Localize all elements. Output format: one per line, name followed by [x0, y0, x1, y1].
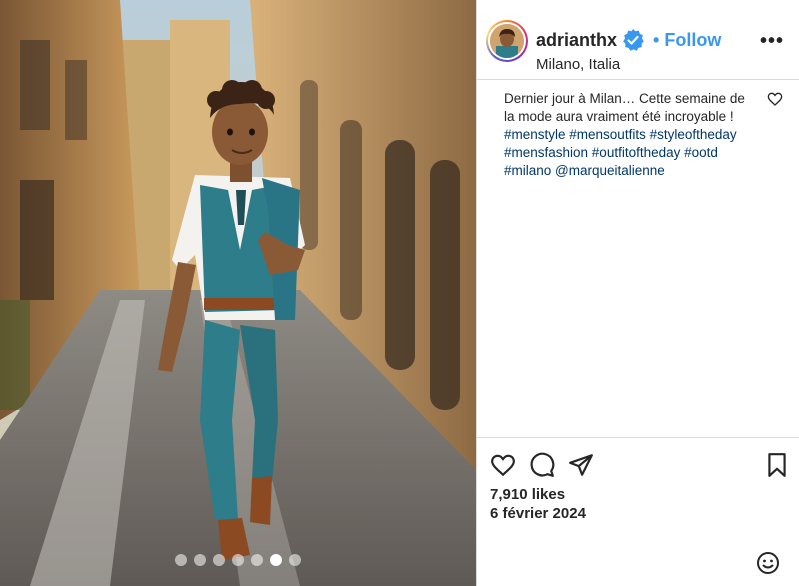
follow-label: Follow: [664, 29, 722, 50]
comment-icon[interactable]: [529, 452, 555, 478]
carousel-dot[interactable]: [194, 554, 206, 566]
post-date: 6 février 2024: [490, 505, 586, 522]
post-sidebar: adrianthx • Follow Milano, Italia ••• De…: [476, 0, 799, 586]
verified-badge-icon: [623, 29, 644, 51]
carousel-dot-active[interactable]: [270, 554, 282, 566]
caption-like-icon[interactable]: [767, 91, 783, 107]
caption-hashtags[interactable]: #mensfashion #outfitoftheday #ootd: [504, 145, 718, 160]
carousel-indicators: [0, 554, 476, 566]
more-options-icon[interactable]: •••: [760, 30, 784, 53]
post-caption: Dernier jour à Milan… Cette semaine de l…: [504, 90, 756, 180]
post-location[interactable]: Milano, Italia: [536, 56, 620, 73]
carousel-dot[interactable]: [232, 554, 244, 566]
emoji-icon[interactable]: [756, 551, 780, 575]
save-icon[interactable]: [764, 452, 790, 478]
like-icon[interactable]: [490, 452, 516, 478]
post-actions: 7,910 likes 6 février 2024: [477, 437, 799, 586]
carousel-dot[interactable]: [289, 554, 301, 566]
carousel-dot[interactable]: [213, 554, 225, 566]
avatar-image: [490, 24, 524, 58]
likes-count[interactable]: 7,910 likes: [490, 486, 565, 503]
caption-text: Dernier jour à Milan… Cette semaine de l…: [504, 91, 745, 124]
caption-hashtags[interactable]: #milano @marqueitalienne: [504, 163, 665, 178]
avatar[interactable]: [486, 20, 528, 62]
post-image: [0, 0, 476, 586]
post-media[interactable]: [0, 0, 476, 586]
share-icon[interactable]: [568, 452, 594, 478]
post-header: adrianthx • Follow Milano, Italia •••: [477, 0, 799, 80]
carousel-dot[interactable]: [175, 554, 187, 566]
carousel-dot[interactable]: [251, 554, 263, 566]
caption-hashtags[interactable]: #menstyle #mensoutfits #styleoftheday: [504, 127, 737, 142]
username[interactable]: adrianthx: [536, 30, 617, 51]
follow-button[interactable]: • Follow: [653, 30, 721, 51]
